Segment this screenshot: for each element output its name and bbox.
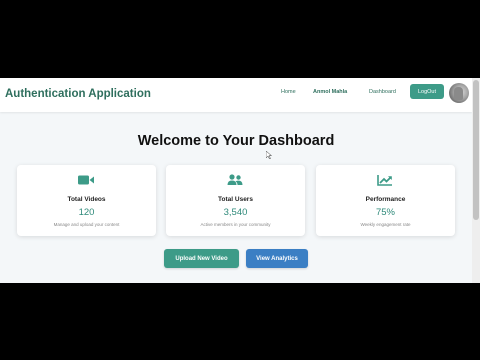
video-camera-icon bbox=[78, 175, 94, 185]
nav-link-dashboard[interactable]: Dashboard bbox=[369, 89, 396, 95]
card-value: 3,540 bbox=[223, 207, 248, 218]
app-window: Authentication Application Home Anmol Ma… bbox=[0, 78, 480, 283]
view-analytics-button[interactable]: View Analytics bbox=[246, 249, 308, 268]
card-title: Total Users bbox=[218, 196, 253, 203]
scrollbar-thumb[interactable] bbox=[473, 80, 479, 220]
card-value: 75% bbox=[375, 207, 395, 218]
avatar-photo bbox=[454, 87, 463, 100]
card-subtitle: Active members in your community bbox=[200, 222, 271, 227]
page-title: Welcome to Your Dashboard bbox=[137, 133, 335, 149]
navbar: Authentication Application Home Anmol Ma… bbox=[0, 78, 472, 112]
card-value: 120 bbox=[78, 207, 95, 218]
card-title: Performance bbox=[365, 196, 406, 203]
vertical-scrollbar[interactable] bbox=[472, 78, 480, 283]
logout-button[interactable]: LogOut bbox=[410, 84, 444, 99]
stat-card-performance: Performance 75% Weekly engagement rate bbox=[316, 165, 455, 236]
card-subtitle: Weekly engagement rate bbox=[360, 222, 411, 227]
card-title: Total Videos bbox=[67, 196, 106, 203]
mouse-cursor-icon bbox=[266, 151, 272, 159]
users-icon bbox=[227, 174, 243, 185]
nav-link-home[interactable]: Home bbox=[281, 89, 296, 95]
trending-up-icon bbox=[377, 175, 392, 186]
upload-video-button[interactable]: Upload New Video bbox=[164, 249, 239, 268]
avatar[interactable] bbox=[449, 83, 469, 103]
app-title: Authentication Application bbox=[5, 88, 151, 100]
stat-card-users: Total Users 3,540 Active members in your… bbox=[166, 165, 305, 236]
card-subtitle: Manage and upload your content bbox=[53, 222, 120, 227]
nav-link-user-name[interactable]: Anmol Mahla bbox=[313, 89, 347, 95]
stat-card-videos: Total Videos 120 Manage and upload your … bbox=[17, 165, 156, 236]
